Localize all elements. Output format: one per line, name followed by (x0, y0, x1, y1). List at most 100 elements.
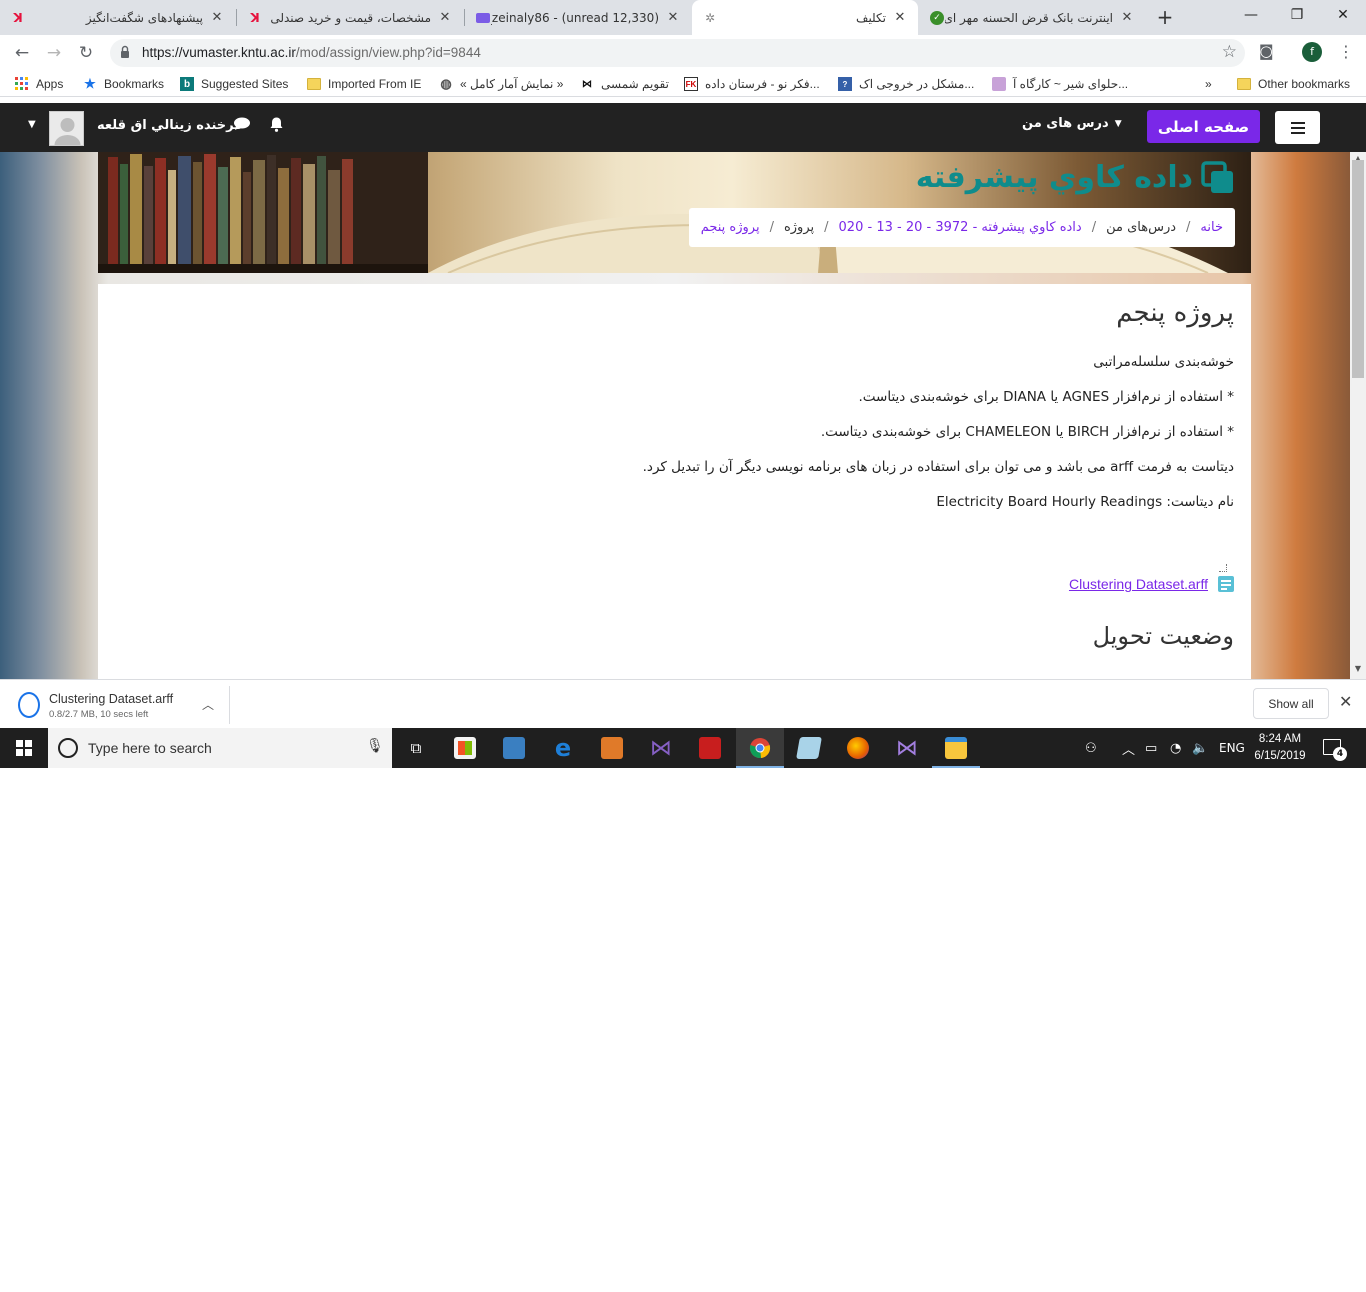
language-indicator[interactable]: ENG (1219, 728, 1245, 768)
visual-studio-icon[interactable]: ⋈ (637, 728, 685, 768)
tab-digikala-chair[interactable]: ✕ مشخصات، قیمت و خرید صندلی ꓘ (237, 0, 463, 35)
close-icon[interactable]: ✕ (437, 10, 453, 25)
address-bar[interactable]: https://vumaster.kntu.ac.ir/mod/assign/v… (110, 39, 1245, 67)
bookmark-label: مشکل در خروجی اک... (859, 77, 975, 91)
reload-icon[interactable]: ↻ (74, 41, 98, 65)
task-view-icon[interactable]: ⧉ (392, 728, 440, 768)
recipe-icon (992, 77, 1006, 91)
my-courses-label: درس های من (1022, 116, 1109, 131)
clock-date: 6/15/2019 (1254, 750, 1306, 762)
assignment-task-2: * استفاده از نرم‌افزار BIRCH یا CHAMELEO… (820, 424, 1234, 440)
star-icon: ★ (84, 76, 96, 91)
wifi-icon[interactable]: ◔ (1170, 728, 1181, 768)
breadcrumb-home[interactable]: خانه (1200, 220, 1223, 235)
folder-icon (1237, 77, 1251, 91)
dataset-name: نام دیتاست: Electricity Board Hourly Rea… (936, 494, 1234, 510)
bookmark-label: Imported From IE (328, 77, 422, 91)
network-app-icon[interactable] (490, 728, 538, 768)
tab-assignment[interactable]: ✕ تکلیف ✲ (692, 0, 918, 35)
bookmark-imported-from-ie[interactable]: Imported From IE (307, 75, 421, 93)
notes-app-icon[interactable] (785, 728, 833, 768)
scrollbar-thumb[interactable] (1352, 160, 1364, 378)
media-player-icon[interactable] (588, 728, 636, 768)
taskbar-clock[interactable]: 8:24 AM 6/15/2019 (1250, 731, 1310, 765)
tab-digikala-offers[interactable]: ✕ پیشنهادهای شگفت‌انگیز ꓘ (0, 0, 235, 35)
assignment-content: پروژه پنجم خوشه‌بندی سلسله‌مراتبی * استف… (98, 284, 1251, 679)
close-icon[interactable]: ✕ (665, 10, 681, 25)
bookmark-suggested-sites[interactable]: b Suggested Sites (180, 75, 288, 93)
bookmark-bookmarks[interactable]: ★ Bookmarks (83, 75, 164, 93)
browser-toolbar: ← → ↻ https://vumaster.kntu.ac.ir/mod/as… (0, 35, 1366, 71)
edge-icon[interactable]: e (539, 728, 587, 768)
breadcrumb-separator: / (1186, 220, 1191, 235)
download-item[interactable]: Clustering Dataset.arff 0.8/2.7 MB, 10 s… (10, 686, 230, 724)
bookmarks-bar: Apps ★ Bookmarks b Suggested Sites Importe… (0, 71, 1366, 97)
window-close-button[interactable]: ✕ (1320, 0, 1366, 30)
user-name[interactable]: فرخنده زينالي اق قلعه (97, 118, 243, 133)
windows-taskbar: Type here to search 🎙 ⧉ e ⋈ ⋈ ⚇ ︿ ▭ ◔ 🔈 … (0, 728, 1366, 768)
hamburger-icon-bar (1290, 131, 1305, 134)
close-icon[interactable]: ✕ (1339, 692, 1352, 711)
close-icon[interactable]: ✕ (1119, 10, 1135, 25)
bookmark-label: « نمایش آمار کامل » (460, 77, 564, 91)
page-scrollbar[interactable]: ▲ ▼ (1350, 152, 1366, 679)
tab-bank[interactable]: ✕ اینترنت بانک قرض الحسنه مهر ای ✓ (919, 0, 1145, 35)
bookmark-apps[interactable]: Apps (15, 75, 63, 93)
my-courses-menu[interactable]: درس های من ▼ (1022, 116, 1122, 131)
star-icon[interactable]: ☆ (1222, 42, 1237, 62)
folder-icon (307, 77, 321, 91)
chrome-icon[interactable] (736, 728, 784, 768)
menu-dots-icon[interactable]: ⋮ (1338, 42, 1354, 61)
yahoo-mail-icon (475, 10, 491, 26)
site-navbar: صفحه اصلی درس های من ▼ فرخنده زينالي اق … (0, 103, 1366, 152)
bell-icon[interactable] (268, 116, 285, 137)
bookmark-excel-output[interactable]: ? مشکل در خروجی اک... (838, 75, 974, 93)
chevron-up-icon[interactable]: ︿ (1122, 728, 1135, 768)
taskbar-search[interactable]: Type here to search 🎙 (48, 728, 392, 768)
acrobat-icon[interactable] (686, 728, 734, 768)
chevron-up-icon[interactable]: ︿ (202, 696, 214, 713)
attachment-file-name[interactable]: Clustering Dataset.arff (1069, 576, 1208, 592)
caret-down-icon[interactable]: ▼ (28, 119, 36, 130)
search-placeholder: Type here to search (88, 740, 212, 756)
camera-icon[interactable]: ◙ (1259, 42, 1274, 60)
profile-avatar[interactable]: f (1302, 42, 1322, 62)
breadcrumb-assignment[interactable]: پروژه پنجم (701, 220, 760, 235)
close-icon[interactable]: ✕ (892, 10, 908, 25)
new-tab-button[interactable]: + (1153, 5, 1177, 29)
tab-yahoo-mail[interactable]: ✕ (12,330 unread) - f_zeinaly86@ (465, 0, 691, 35)
file-explorer-icon[interactable] (932, 728, 980, 768)
microphone-icon[interactable]: 🎙 (366, 738, 384, 754)
store-icon[interactable] (441, 728, 489, 768)
submission-status-heading: وضعیت تحویل (1092, 622, 1234, 650)
breadcrumb-course[interactable]: داده كاوي پيشرفته - 3972 - 20 - 13 - 020 (839, 220, 1082, 235)
breadcrumb-my-courses: درس‌های من (1106, 220, 1177, 235)
attachment-link[interactable]: Clustering Dataset.arff (1069, 576, 1234, 592)
close-icon[interactable]: ✕ (209, 10, 225, 25)
bookmark-fekreno[interactable]: FK فکر نو - فرستان داده... (684, 75, 820, 93)
user-avatar[interactable] (49, 111, 84, 146)
nav-drawer-toggle[interactable] (1275, 111, 1320, 144)
assignment-task-1: * استفاده از نرم‌افزار AGNES یا DIANA بر… (858, 389, 1235, 405)
forward-arrow-icon[interactable]: → (42, 41, 66, 65)
bookmark-stats[interactable]: ◍ « نمایش آمار کامل » (439, 75, 563, 93)
scroll-down-icon[interactable]: ▼ (1350, 664, 1366, 673)
start-button[interactable] (0, 728, 48, 768)
bookmark-other-bookmarks[interactable]: Other bookmarks (1237, 75, 1350, 93)
firefox-icon[interactable] (834, 728, 882, 768)
home-button[interactable]: صفحه اصلی (1147, 110, 1260, 143)
forum-icon: ? (838, 77, 852, 91)
bookmark-halva[interactable]: حلوای شیر ~ کارگاه آ... (992, 75, 1128, 93)
visual-studio-2-icon[interactable]: ⋈ (883, 728, 931, 768)
back-arrow-icon[interactable]: ← (10, 41, 34, 65)
volume-icon[interactable]: 🔈 (1192, 728, 1208, 768)
breadcrumb-separator: / (769, 220, 774, 235)
battery-icon[interactable]: ▭ (1145, 728, 1157, 768)
bookmarks-overflow-button[interactable]: » (1205, 75, 1212, 93)
people-icon[interactable]: ⚇ (1085, 728, 1097, 768)
minimize-button[interactable]: — (1228, 0, 1274, 30)
show-all-button[interactable]: Show all (1253, 688, 1329, 719)
bookmark-persian-calendar[interactable]: ⋈ تقویم شمسی (580, 75, 669, 93)
download-file-name: Clustering Dataset.arff (49, 692, 174, 706)
restore-button[interactable]: ❐ (1274, 0, 1320, 30)
